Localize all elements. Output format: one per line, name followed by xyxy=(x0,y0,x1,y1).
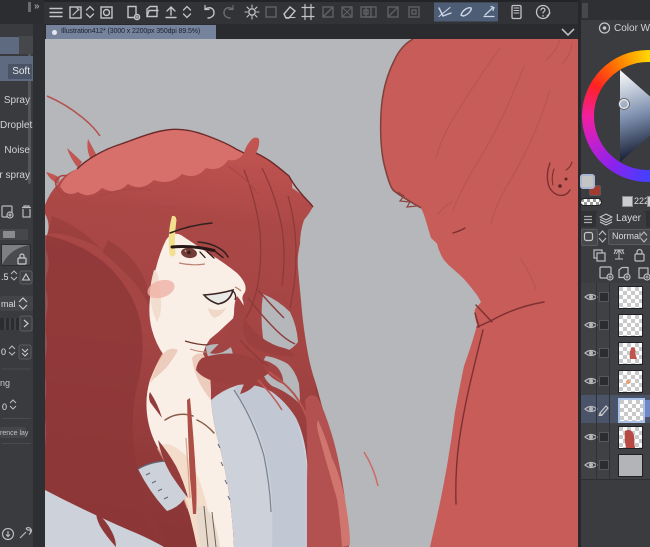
svg-text:.5: .5 xyxy=(1,272,9,282)
svg-text:0: 0 xyxy=(1,347,6,357)
svg-text:ng: ng xyxy=(0,378,10,388)
svg-text:mal: mal xyxy=(1,299,16,309)
svg-text:rence lay: rence lay xyxy=(0,430,29,437)
svg-text:0: 0 xyxy=(2,402,7,412)
